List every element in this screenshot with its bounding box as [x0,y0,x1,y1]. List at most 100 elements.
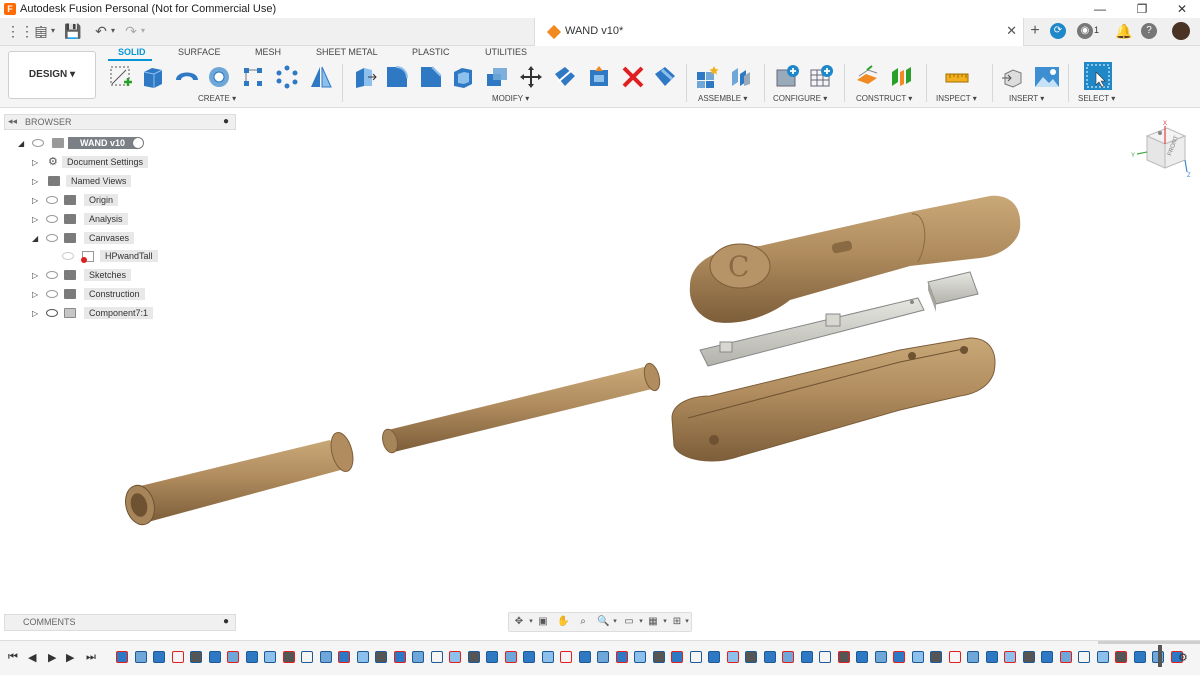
configure-group-label[interactable]: CONFIGURE ▾ [773,94,827,103]
select-icon[interactable] [1084,62,1112,90]
browser-pin-icon[interactable]: ● [223,116,229,127]
sweep-icon[interactable] [208,64,234,90]
workspace-switcher-button[interactable]: DESIGN ▾ [8,51,96,99]
zoom-icon[interactable]: ⌕ [577,616,589,628]
timeline-feature-icon[interactable] [967,651,979,663]
timeline-feature-icon[interactable] [671,651,683,663]
hidden-eye-icon[interactable] [46,196,58,204]
timeline-feature-icon[interactable] [227,651,239,663]
comments-pin-icon[interactable]: ● [223,616,229,627]
maximize-button[interactable]: ❐ [1122,0,1162,18]
data-panel-grid-icon[interactable]: ⋮⋮⋮ [6,22,48,40]
timeline-feature-icon[interactable] [856,651,868,663]
timeline-feature-icon[interactable] [800,651,813,663]
undo-dropdown-icon[interactable]: ▾ [104,22,122,40]
timeline-feature-icon[interactable] [430,651,443,663]
browser-item-component7[interactable]: ▷ Component7:1 [32,306,162,322]
split-body-icon[interactable] [552,64,578,90]
help-icon[interactable]: ? [1141,23,1157,39]
go-to-end-icon[interactable]: ⏭ [86,651,96,664]
timeline-feature-icon[interactable] [874,651,887,663]
handle-bottom-shell[interactable] [671,337,996,462]
new-tab-plus-icon[interactable]: + [1026,22,1044,40]
timeline-feature-icon[interactable] [1115,651,1127,663]
timeline-feature-icon[interactable] [375,651,387,663]
minimize-button[interactable]: — [1080,0,1120,18]
circular-pattern-icon[interactable] [274,64,300,90]
step-forward-icon[interactable]: ▶ [66,651,74,664]
timeline-feature-icon[interactable] [541,651,554,663]
align-icon[interactable] [586,64,612,90]
tab-mesh[interactable]: MESH [255,47,281,57]
timeline-feature-icon[interactable] [893,651,905,663]
measure-icon[interactable] [944,64,970,90]
zoom-window-icon[interactable]: 🔍 [597,616,609,628]
timeline-feature-icon[interactable] [615,651,628,663]
activate-component-radio-icon[interactable] [132,137,144,149]
collapsed-arrow-icon[interactable]: ▷ [32,158,38,167]
construct-group-label[interactable]: CONSTRUCT ▾ [856,94,912,103]
insert-group-label[interactable]: INSERT ▾ [1009,94,1044,103]
timeline-feature-icon[interactable] [560,651,572,663]
timeline-feature-icon[interactable] [449,651,461,663]
mirror-icon[interactable] [308,64,334,90]
orbit-dropdown-icon[interactable]: ▾ [525,616,537,628]
timeline-feature-icon[interactable] [652,651,665,663]
timeline-feature-icon[interactable] [689,651,702,663]
timeline-feature-icon[interactable] [523,651,535,663]
inspect-group-label[interactable]: INSPECT ▾ [936,94,977,103]
timeline-feature-icon[interactable] [819,651,831,663]
hidden-eye-icon[interactable] [62,252,74,260]
browser-item-construction[interactable]: ▷ Construction [32,287,152,303]
timeline-feature-icon[interactable] [597,651,609,663]
wand-tip-shaft[interactable] [121,430,357,528]
collapsed-arrow-icon[interactable]: ▷ [32,290,38,299]
configuration-table-icon[interactable] [808,64,834,90]
play-icon[interactable]: ▶ [48,651,56,664]
collapse-browser-icon[interactable]: ◂◂ [8,116,17,127]
visibility-eye-icon[interactable] [32,139,44,147]
offset-plane-icon[interactable] [854,64,880,90]
close-document-icon[interactable]: ✕ [1006,23,1017,39]
viewcube[interactable]: FRONT X Y Z [1127,118,1195,178]
timeline-feature-icon[interactable] [708,651,720,663]
rectangular-pattern-icon[interactable] [240,64,266,90]
hidden-eye-icon[interactable] [46,234,58,242]
browser-item-hpwandtall[interactable]: HPwandTall [60,249,160,265]
timeline-feature-icon[interactable] [1078,651,1090,663]
timeline-feature-icon[interactable] [319,651,332,663]
insert-canvas-icon[interactable] [1034,64,1060,90]
close-window-button[interactable]: ✕ [1162,0,1200,18]
expanded-arrow-icon[interactable]: ◢ [32,234,38,243]
move-copy-icon[interactable] [518,64,544,90]
timeline-feature-icon[interactable] [930,651,942,663]
timeline-feature-icon[interactable] [1022,651,1035,663]
circuit-plate[interactable] [699,297,925,367]
grid-dropdown-icon[interactable]: ▾ [659,616,671,628]
hidden-eye-icon[interactable] [46,271,58,279]
timeline-feature-icon[interactable] [763,651,776,663]
new-component-icon[interactable] [694,64,720,90]
timeline-feature-icon[interactable] [171,651,184,663]
shell-icon[interactable] [450,64,476,90]
timeline-feature-icon[interactable] [745,651,757,663]
timeline-feature-icon[interactable] [837,651,850,663]
create-group-label[interactable]: CREATE ▾ [198,94,236,103]
press-pull-icon[interactable] [352,64,378,90]
fillet-icon[interactable] [384,64,410,90]
chamfer-icon[interactable] [418,64,444,90]
timeline-feature-icon[interactable] [1004,651,1016,663]
orbit-icon[interactable]: ✥ [513,616,525,628]
extensions-icon[interactable]: ◉ [1077,23,1093,39]
collapsed-arrow-icon[interactable]: ▷ [32,271,38,280]
display-settings-icon[interactable]: ▭ [623,616,635,628]
home-view-icon[interactable] [1158,131,1162,135]
hidden-eye-icon[interactable] [46,215,58,223]
go-to-start-icon[interactable]: ⏮ [8,651,18,664]
zoom-dropdown-icon[interactable]: ▾ [609,616,621,628]
configure-design-icon[interactable] [774,64,800,90]
handle-top-shell[interactable]: C [689,195,1021,323]
comments-panel[interactable]: COMMENTS ● [4,614,236,631]
timeline-feature-icon[interactable] [1041,651,1053,663]
tab-utilities[interactable]: UTILITIES [485,47,527,57]
